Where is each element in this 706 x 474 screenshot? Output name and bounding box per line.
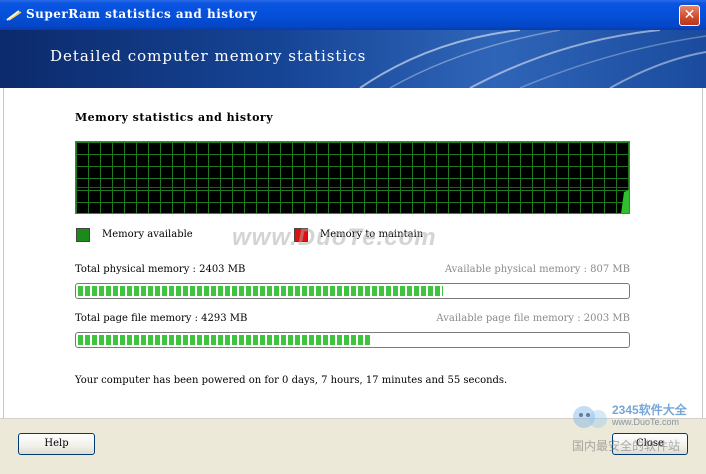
pagefile-memory-bar-fill	[78, 335, 372, 345]
window-close-button[interactable]: ✕	[679, 5, 700, 26]
window-title: SuperRam statistics and history	[26, 7, 258, 21]
available-physical-memory: Available physical memory : 807 MB	[444, 264, 630, 275]
physical-memory-bar-fill	[78, 286, 444, 296]
uptime-text: Your computer has been powered on for 0 …	[75, 375, 508, 386]
section-title: Memory statistics and history	[75, 111, 274, 124]
available-pagefile-memory: Available page file memory : 2003 MB	[436, 313, 630, 324]
close-icon: ✕	[683, 7, 696, 23]
available-memory-trace	[621, 190, 629, 213]
header-banner: Detailed computer memory statistics	[0, 30, 706, 88]
memory-history-graph	[75, 141, 630, 214]
corner-caption-text: 国内最安全的软件站	[572, 439, 681, 453]
corner-brand-text: 2345软件大全	[612, 403, 687, 417]
title-bar[interactable]: SuperRam statistics and history ✕	[0, 0, 706, 30]
legend-available-swatch	[76, 228, 90, 242]
banner-heading: Detailed computer memory statistics	[50, 47, 367, 65]
corner-watermark: 2345软件大全 www.DuoTe.com 国内最安全的软件站	[568, 397, 702, 457]
physical-memory-bar	[75, 283, 630, 299]
total-pagefile-memory: Total page file memory : 4293 MB	[75, 313, 248, 324]
pagefile-memory-bar	[75, 332, 630, 348]
app-icon	[6, 10, 22, 21]
content-panel	[3, 88, 703, 418]
help-button[interactable]: Help	[18, 433, 95, 455]
legend-available-label: Memory available	[102, 229, 193, 240]
corner-url-text: www.DuoTe.com	[612, 417, 680, 427]
total-physical-memory: Total physical memory : 2403 MB	[75, 264, 246, 275]
mascot-icon	[573, 406, 607, 428]
site-watermark: www.DuoTe.com	[232, 224, 437, 251]
